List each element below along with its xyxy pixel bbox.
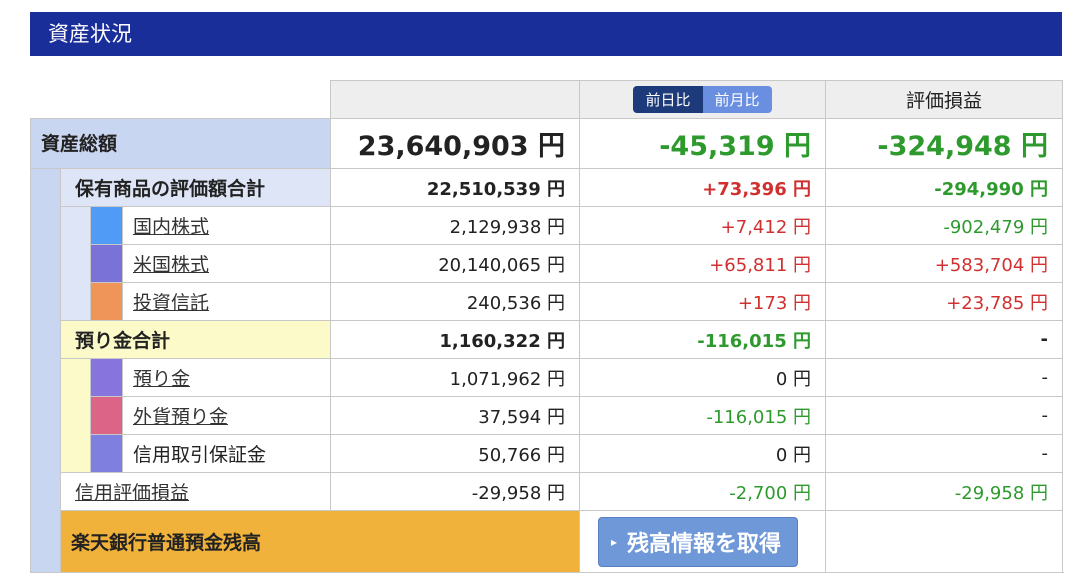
toggle-day-button[interactable]: 前日比 (633, 86, 703, 113)
item-value: 20,140,065 円 (330, 244, 580, 283)
total-row: 資産総額 23,640,903 円 -45,319 円 -324,948 円 (30, 118, 1063, 169)
list-item: 米国株式 20,140,065 円 +65,811 円 +583,704 円 (31, 244, 1063, 283)
margin-valuation: -29,958 円 (825, 472, 1063, 511)
item-value: 37,594 円 (330, 396, 580, 435)
deposit-swatch (90, 358, 123, 397)
valuation-header: 評価損益 (825, 80, 1063, 119)
holdings-side-bar (60, 206, 91, 321)
margin-deposit-label: 信用取引保証金 (122, 434, 331, 473)
item-valuation: -902,479 円 (825, 206, 1063, 245)
total-valuation: -324,948 円 (825, 118, 1063, 169)
deposits-value: 1,160,322 円 (330, 320, 580, 359)
change-header-cell: 前日比 前月比 (579, 80, 826, 119)
item-value: 1,071,962 円 (330, 358, 580, 397)
item-valuation: +23,785 円 (825, 282, 1063, 321)
item-valuation: - (825, 434, 1063, 473)
item-valuation: - (825, 396, 1063, 435)
margin-value: -29,958 円 (330, 472, 580, 511)
item-change: +173 円 (579, 282, 826, 321)
section-header: 資産状況 (30, 12, 1062, 56)
domestic-stock-link[interactable]: 国内株式 (133, 216, 209, 238)
list-item: 投資信託 240,536 円 +173 円 +23,785 円 (31, 282, 1063, 321)
fund-link[interactable]: 投資信託 (133, 292, 209, 314)
item-value: 240,536 円 (330, 282, 580, 321)
item-valuation: +583,704 円 (825, 244, 1063, 283)
item-valuation: - (825, 358, 1063, 397)
deposit-link[interactable]: 預り金 (133, 368, 190, 390)
list-item: 外貨預り金 37,594 円 -116,015 円 - (31, 396, 1063, 435)
margin-change: -2,700 円 (579, 472, 826, 511)
total-label: 資産総額 (30, 118, 331, 169)
margin-deposit-swatch (90, 434, 123, 473)
item-value: 50,766 円 (330, 434, 580, 473)
holdings-value: 22,510,539 円 (330, 168, 580, 207)
fx-deposit-link[interactable]: 外貨預り金 (133, 406, 228, 428)
item-change: +7,412 円 (579, 206, 826, 245)
item-change: -116,015 円 (579, 396, 826, 435)
us-stock-link[interactable]: 米国株式 (133, 254, 209, 276)
value-header-cell (330, 80, 580, 119)
asset-table: 前日比 前月比 評価損益 資産総額 23,640,903 円 -45,319 円… (30, 80, 1063, 573)
item-change: 0 円 (579, 434, 826, 473)
holdings-valuation: -294,990 円 (825, 168, 1063, 207)
us-stock-swatch (90, 244, 123, 283)
holdings-change: +73,396 円 (579, 168, 826, 207)
deposits-label: 預り金合計 (60, 320, 331, 359)
domestic-stock-swatch (90, 206, 123, 245)
deposits-change: -116,015 円 (579, 320, 826, 359)
margin-valuation-link[interactable]: 信用評価損益 (75, 482, 189, 504)
list-item: 預り金 1,071,962 円 0 円 - (31, 358, 1063, 473)
deposits-row: 預り金合計 1,160,322 円 -116,015 円 - (31, 320, 1063, 359)
list-item: 信用取引保証金 50,766 円 0 円 - (31, 434, 1063, 473)
comparison-toggle: 前日比 前月比 (633, 86, 772, 113)
total-value: 23,640,903 円 (330, 118, 580, 169)
fetch-balance-button[interactable]: ▸ 残高情報を取得 (598, 516, 799, 567)
total-side-bar (30, 168, 61, 573)
section-title: 資産状況 (48, 22, 132, 46)
holdings-row: 保有商品の評価額合計 22,510,539 円 +73,396 円 -294,9… (30, 168, 1063, 573)
deposits-side-bar (60, 358, 91, 473)
fx-deposit-swatch (90, 396, 123, 435)
list-item: 国内株式 2,129,938 円 +7,412 円 -902,479 円 (31, 206, 1063, 321)
holdings-label: 保有商品の評価額合計 (60, 168, 331, 207)
margin-row: 信用評価損益 -29,958 円 -2,700 円 -29,958 円 (31, 472, 1063, 511)
column-header-row: 前日比 前月比 評価損益 (31, 80, 1063, 119)
item-value: 2,129,938 円 (330, 206, 580, 245)
bank-label: 楽天銀行普通預金残高 (60, 510, 580, 573)
item-change: 0 円 (579, 358, 826, 397)
arrow-right-icon: ▸ (611, 534, 618, 549)
fund-swatch (90, 282, 123, 321)
deposits-valuation: - (825, 320, 1063, 359)
bank-row: 楽天銀行普通預金残高 ▸ 残高情報を取得 (31, 510, 1063, 573)
fetch-balance-label: 残高情報を取得 (627, 531, 782, 557)
total-change: -45,319 円 (579, 118, 826, 169)
toggle-month-button[interactable]: 前月比 (702, 86, 772, 113)
item-change: +65,811 円 (579, 244, 826, 283)
